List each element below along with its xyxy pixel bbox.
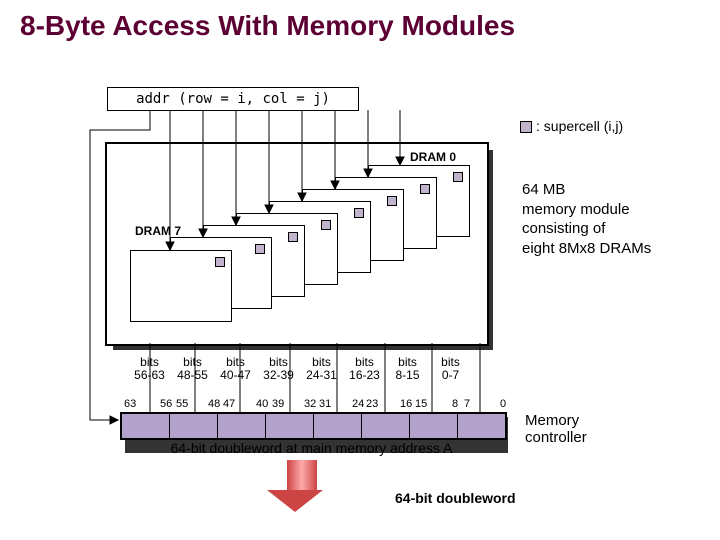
supercell-icon — [354, 208, 364, 218]
desc-line: memory module — [522, 200, 651, 220]
bitnum: 39 — [272, 398, 284, 410]
bitnum: 47 — [223, 398, 235, 410]
bit-range: 24-31 — [300, 369, 343, 382]
bit-range: 40-47 — [214, 369, 257, 382]
supercell-icon — [215, 257, 225, 267]
supercell-icon — [321, 220, 331, 230]
bitnum: 55 — [176, 398, 188, 410]
mc-line: controller — [525, 429, 587, 446]
module-description: 64 MB memory module consisting of eight … — [522, 180, 651, 258]
dram7-label: DRAM 7 — [135, 224, 181, 238]
doubleword — [120, 412, 507, 440]
memory-controller-label: Memory controller — [525, 412, 587, 446]
bitnum: 31 — [319, 398, 331, 410]
supercell-icon — [420, 184, 430, 194]
bit-range: 8-15 — [386, 369, 429, 382]
bitnum: 63 — [124, 398, 136, 410]
legend-text: : supercell (i,j) — [536, 118, 623, 134]
bit-range: 48-55 — [171, 369, 214, 382]
bit-range: 56-63 — [128, 369, 171, 382]
mc-line: Memory — [525, 412, 587, 429]
bitnum: 16 — [400, 398, 412, 410]
bitnum: 24 — [352, 398, 364, 410]
page-title: 8-Byte Access With Memory Modules — [0, 0, 720, 52]
bitnum: 7 — [464, 398, 470, 410]
supercell-icon — [520, 121, 532, 133]
supercell-icon — [288, 232, 298, 242]
bitnum: 48 — [208, 398, 220, 410]
bitnum: 0 — [500, 398, 506, 410]
bitnum: 56 — [160, 398, 172, 410]
bits-labels: bitsbitsbitsbitsbitsbitsbitsbits 56-6348… — [128, 356, 472, 382]
bitnum: 40 — [256, 398, 268, 410]
supercell-icon — [387, 196, 397, 206]
bitnum: 15 — [415, 398, 427, 410]
dram-chip — [130, 250, 232, 322]
bit-range: 16-23 — [343, 369, 386, 382]
bitnum: 32 — [304, 398, 316, 410]
desc-line: 64 MB — [522, 180, 651, 200]
arrow-down-icon — [280, 460, 323, 512]
doubleword-output-label: 64-bit doubleword — [395, 490, 516, 506]
bitnum: 8 — [452, 398, 458, 410]
legend: : supercell (i,j) — [520, 118, 623, 134]
addr-box: addr (row = i, col = j) — [107, 87, 359, 111]
desc-line: eight 8Mx8 DRAMs — [522, 239, 651, 259]
supercell-icon — [453, 172, 463, 182]
supercell-icon — [255, 244, 265, 254]
bit-range: 0-7 — [429, 369, 472, 382]
dram0-label: DRAM 0 — [408, 150, 458, 164]
doubleword-label: 64-bit doubleword at main memory address… — [120, 440, 503, 456]
bit-range: 32-39 — [257, 369, 300, 382]
bitnum: 23 — [366, 398, 378, 410]
desc-line: consisting of — [522, 219, 651, 239]
